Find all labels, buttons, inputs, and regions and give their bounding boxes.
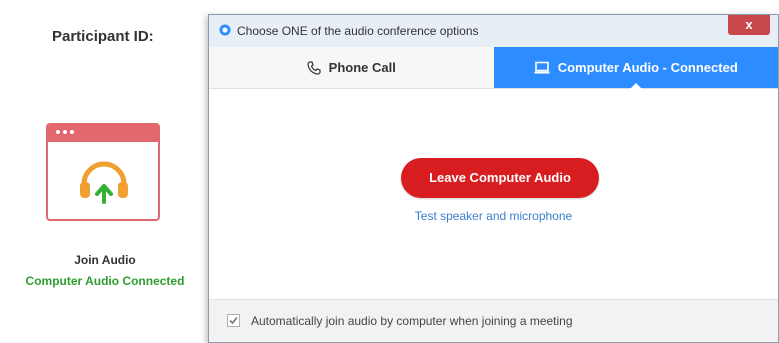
headphones-icon xyxy=(80,161,128,204)
participant-id-label: Participant ID: xyxy=(52,28,154,45)
audio-tabs: Phone Call Computer Audio - Connected xyxy=(209,47,778,89)
audio-options-dialog: Choose ONE of the audio conference optio… xyxy=(208,14,779,343)
phone-icon xyxy=(307,60,321,75)
tab-phone-call-label: Phone Call xyxy=(328,60,396,75)
close-button[interactable]: x xyxy=(728,15,770,35)
dialog-footer: Automatically join audio by computer whe… xyxy=(209,299,778,342)
window-dots-icon xyxy=(56,130,74,134)
leave-computer-audio-button[interactable]: Leave Computer Audio xyxy=(401,158,599,198)
auto-join-checkbox[interactable] xyxy=(227,314,240,327)
dialog-titlebar[interactable]: Choose ONE of the audio conference optio… xyxy=(209,15,778,48)
join-audio-label: Join Audio xyxy=(74,253,136,267)
test-speaker-microphone-link[interactable]: Test speaker and microphone xyxy=(209,209,778,223)
app-logo-icon xyxy=(219,24,231,36)
dialog-title: Choose ONE of the audio conference optio… xyxy=(237,24,479,38)
computer-icon xyxy=(534,61,550,73)
checkmark-icon xyxy=(229,316,238,325)
active-tab-indicator xyxy=(629,83,642,89)
join-audio-button[interactable] xyxy=(46,123,160,221)
tab-computer-audio-label: Computer Audio - Connected xyxy=(557,60,738,75)
tab-phone-call[interactable]: Phone Call xyxy=(209,47,494,88)
auto-join-label: Automatically join audio by computer whe… xyxy=(251,314,573,328)
audio-status-text: Computer Audio Connected xyxy=(25,274,185,288)
tile-header-bar xyxy=(48,125,158,142)
tab-computer-audio[interactable]: Computer Audio - Connected xyxy=(493,47,778,89)
meeting-sidebar: Participant ID: Join Audio Computer Audi… xyxy=(0,0,210,343)
